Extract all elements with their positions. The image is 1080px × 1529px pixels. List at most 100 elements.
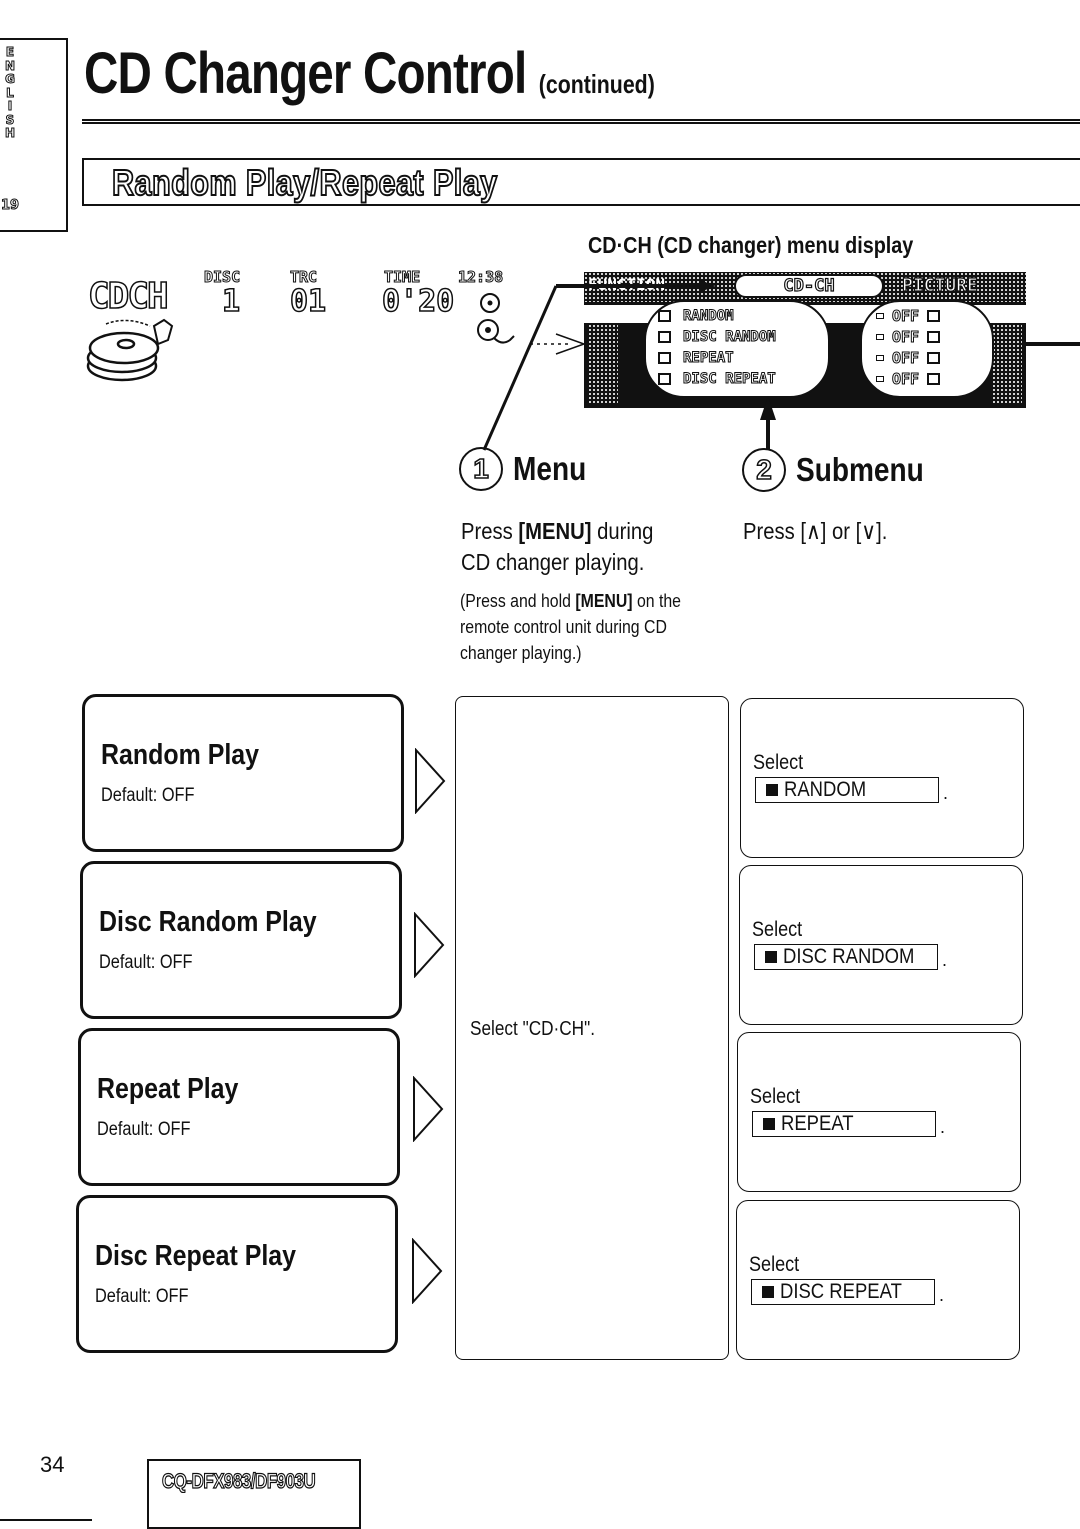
feature-title: Random Play [101,739,259,771]
step-number-icon: 1 [459,447,503,491]
submenu-item-disc-repeat[interactable]: DISC REPEAT [658,371,777,388]
feature-repeat-play: Repeat Play Default: OFF [78,1028,400,1186]
clock: 12:38 [457,268,504,287]
menu-tab-function[interactable]: FUNCTION [588,275,716,297]
section-number: 19 [0,198,20,214]
note-text: (Press and hold [460,591,576,611]
submenu-value[interactable]: OFF [876,328,941,347]
feature-disc-repeat-play: Disc Repeat Play Default: OFF [76,1195,398,1353]
period: . [939,1285,945,1305]
step-title: Menu [513,450,587,487]
menu-tab-cd-ch[interactable]: CD-CH [734,274,884,298]
language-letter: L [6,85,15,100]
submenu-step-disc-random: Select DISC RANDOM . [739,865,1023,1025]
checkbox-icon [927,310,941,322]
submenu-item-repeat[interactable]: REPEAT [658,350,735,367]
period: . [942,950,948,970]
page-title: CD Changer Control (continued) [84,40,655,107]
language-letter: G [5,72,16,86]
dash-icon [876,313,884,319]
select-label: Select [752,918,803,941]
arrow-right-icon [415,748,446,814]
instruction-text: during [591,518,654,544]
select-label: Select [750,1085,801,1108]
page-title-suffix: (continued) [538,69,655,99]
checkbox-icon [658,352,671,364]
menu-display-caption: CD·CH (CD changer) menu display [588,232,914,258]
menu-step-instruction: Select "CD·CH". [470,1018,595,1040]
select-field-disc-random: DISC RANDOM [754,944,938,970]
value-text: OFF [891,370,920,389]
feature-title: Repeat Play [97,1073,239,1105]
footer-divider [0,1519,92,1521]
submenu-value[interactable]: OFF [876,349,941,368]
instruction-text: CD changer playing. [461,549,645,575]
language-letter: E [5,45,15,59]
section-title: Random Play/Repeat Play [111,161,498,204]
submenu-step-random: Select RANDOM . [740,698,1024,858]
menu-display: FUNCTION CD-CH PICTURE RANDOM DISC RANDO… [584,272,1026,408]
disc-eject-icon [477,319,515,344]
disc-value: 1 [221,283,241,320]
submenu-step-repeat: Select REPEAT . [737,1032,1021,1192]
key-label: [MENU] [575,591,633,611]
square-icon [765,951,777,963]
key-label: [MENU] [518,518,592,544]
source-indicator: CDCH [87,275,169,318]
language-tab: E N G L I S H 19 [0,38,68,232]
square-icon [766,784,778,796]
feature-disc-random-play: Disc Random Play Default: OFF [80,861,402,1019]
value-text: OFF [891,328,920,347]
step-number-icon: 2 [742,448,786,492]
submenu-item-disc-random[interactable]: DISC RANDOM [658,329,777,346]
select-field-disc-repeat: DISC REPEAT [751,1279,935,1305]
track-value: 01 [289,283,327,320]
language-letter: I [7,99,13,113]
title-divider [82,119,1080,124]
feature-default: Default: OFF [101,785,195,806]
select-label: Select [753,751,804,774]
instruction-text: Press [461,518,519,544]
select-value: DISC RANDOM [783,945,915,968]
checkbox-icon [927,352,941,364]
menu-tab-picture[interactable]: PICTURE [901,274,978,296]
square-icon [762,1286,774,1298]
page-title-text: CD Changer Control [84,41,527,106]
checkbox-icon [658,373,671,385]
disc-icon [480,293,500,313]
step-title: Submenu [796,451,924,488]
language-letter: H [4,126,16,140]
select-value: RANDOM [784,778,867,801]
checkbox-icon [658,331,671,343]
submenu-item-label: RANDOM [683,308,735,325]
feature-title: Disc Repeat Play [95,1240,297,1272]
dash-icon [876,376,884,382]
submenu-item-label: REPEAT [683,350,735,367]
menu-dither-left [588,324,618,404]
step-submenu-instruction: Press [∧] or [∨]. [743,518,888,544]
arrow-right-icon [413,1076,444,1142]
select-field-random: RANDOM [755,777,939,803]
menu-dither-right [992,324,1022,404]
language-letter: S [5,112,15,127]
submenu-values: OFF OFF OFF OFF [860,300,994,398]
submenu-item-label: DISC RANDOM [683,329,777,346]
feature-random-play: Random Play Default: OFF [82,694,404,852]
checkbox-icon [927,373,941,385]
feature-title: Disc Random Play [99,906,317,938]
select-value: REPEAT [781,1112,854,1135]
submenu-value[interactable]: OFF [876,370,941,389]
step-menu-note: (Press and hold [MENU] on the remote con… [460,588,681,666]
time-value: 0'20 [381,283,455,320]
submenu-list: RANDOM DISC RANDOM REPEAT DISC REPEAT [644,300,830,398]
submenu-item-label: DISC REPEAT [683,371,777,388]
select-value: DISC REPEAT [780,1280,902,1303]
dash-icon [876,334,884,340]
checkbox-icon [658,310,671,322]
note-text: changer playing.) [460,643,582,663]
page-number: 34 [40,1452,65,1477]
submenu-value[interactable]: OFF [876,307,941,326]
submenu-item-random[interactable]: RANDOM [658,308,735,325]
period: . [940,1117,946,1137]
period: . [943,783,949,803]
